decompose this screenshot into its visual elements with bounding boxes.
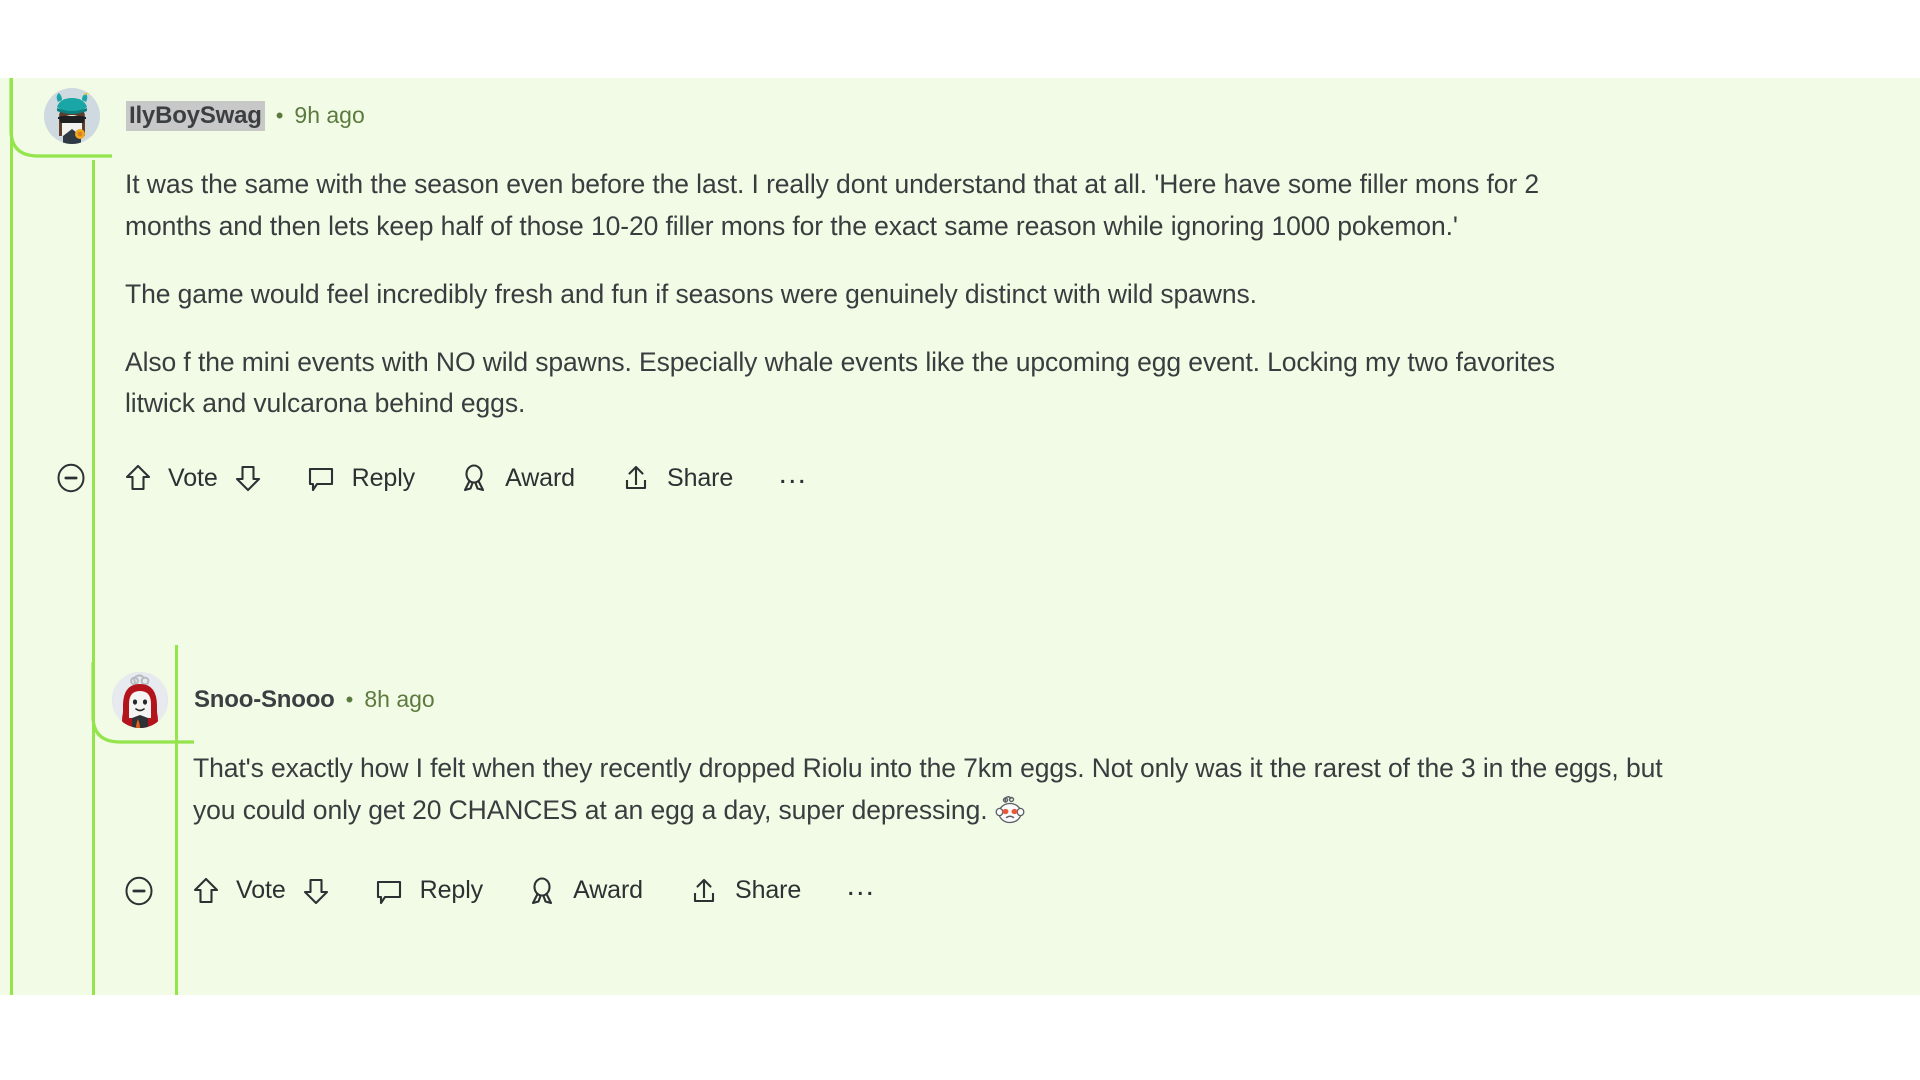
comment-author[interactable]: Snoo-Snooo [194, 686, 335, 714]
avatar-image [112, 672, 168, 728]
comment-paragraph: The game would feel incredibly fresh and… [125, 278, 1257, 309]
collapse-thread-button[interactable] [124, 870, 154, 912]
upvote-arrow-icon[interactable] [124, 463, 152, 493]
vote-group: Vote [124, 457, 262, 499]
reply-label: Reply [351, 463, 416, 492]
comment-paragraph: That's exactly how I felt when they rece… [193, 748, 1663, 838]
share-upload-icon [621, 463, 651, 493]
comment-bubble-icon [306, 463, 336, 493]
comment-bubble-icon [374, 876, 404, 906]
comment-header: Snoo-Snooo • 8h ago [112, 672, 1902, 728]
share-button[interactable]: Share [689, 870, 801, 912]
share-label: Share [735, 876, 802, 905]
minus-circle-icon [124, 876, 154, 906]
comment-timestamp: 8h ago [364, 686, 435, 712]
reply-label: Reply [419, 876, 484, 905]
avatar-sunglasses-snoo[interactable] [44, 88, 100, 144]
comment-top-level: IlyBoySwag • 9h ago It was the same with… [44, 88, 1904, 499]
collapse-thread-button[interactable] [56, 457, 86, 499]
more-options-button[interactable]: … [777, 457, 811, 499]
comment-body: That's exactly how I felt when they rece… [193, 748, 1663, 838]
comment-author[interactable]: IlyBoySwag [126, 101, 265, 131]
comment-body: It was the same with the season even bef… [125, 164, 1595, 425]
more-options-button[interactable]: … [845, 870, 879, 912]
minus-circle-icon [56, 463, 86, 493]
thread-line-depth-1[interactable] [10, 78, 13, 995]
comment-header: IlyBoySwag • 9h ago [44, 88, 1904, 144]
award-button[interactable]: Award [527, 870, 643, 912]
comment-byline: IlyBoySwag • 9h ago [126, 101, 365, 131]
comment-thread-page: IlyBoySwag • 9h ago It was the same with… [0, 0, 1920, 1080]
award-ribbon-icon [527, 876, 557, 906]
share-upload-icon [689, 876, 719, 906]
byline-separator: • [345, 687, 354, 712]
avatar-image [44, 88, 100, 144]
share-label: Share [667, 463, 734, 492]
reply-button[interactable]: Reply [374, 870, 483, 912]
award-button[interactable]: Award [459, 457, 575, 499]
vote-label: Vote [168, 463, 218, 492]
comment-paragraph-text: That's exactly how I felt when they rece… [193, 753, 1663, 825]
share-button[interactable]: Share [621, 457, 733, 499]
comment-byline: Snoo-Snooo • 8h ago [194, 686, 435, 714]
vote-group: Vote [192, 870, 330, 912]
upvote-arrow-icon[interactable] [192, 876, 220, 906]
downvote-arrow-icon[interactable] [234, 463, 262, 493]
avatar-red-hair-snoo[interactable] [112, 672, 168, 728]
vote-label: Vote [236, 876, 286, 905]
award-label: Award [505, 463, 575, 492]
reply-button[interactable]: Reply [306, 457, 415, 499]
award-label: Award [573, 876, 643, 905]
comment-timestamp: 9h ago [294, 102, 365, 128]
award-ribbon-icon [459, 463, 489, 493]
comment-paragraph: It was the same with the season even bef… [125, 169, 1540, 241]
comment-nested-reply: Snoo-Snooo • 8h ago That's exactly how I… [112, 672, 1902, 912]
byline-separator: • [275, 103, 284, 128]
snoo-blush-worried-emoji [995, 795, 1025, 838]
comment-paragraph: Also f the mini events with NO wild spaw… [125, 346, 1555, 419]
comment-action-bar: Vote Reply Award Share … [56, 457, 1904, 499]
comment-action-bar: Vote Reply Award Share … [124, 870, 1902, 912]
downvote-arrow-icon[interactable] [302, 876, 330, 906]
